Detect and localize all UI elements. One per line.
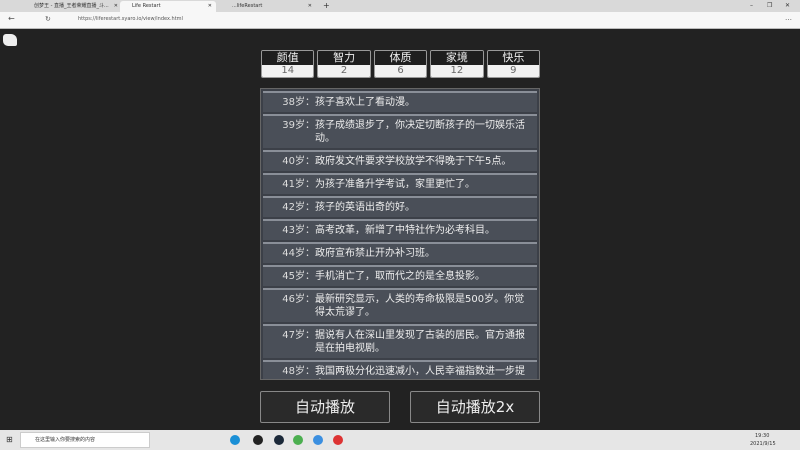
tab-label: ...lifeRestart [232, 3, 263, 9]
event-age: 40岁： [282, 156, 315, 167]
stat-appearance: 颜值 14 [261, 50, 315, 78]
tab-liferestart-repo[interactable]: ...lifeRestart ✕ [220, 1, 316, 12]
app-icon[interactable] [253, 435, 263, 445]
stats-bar: 颜值 14 智力 2 体质 6 家境 12 快乐 9 [261, 50, 541, 78]
back-icon[interactable]: ← [8, 14, 15, 23]
new-tab-button[interactable]: + [323, 0, 330, 12]
auto-play-2x-button[interactable]: 自动播放2x [410, 391, 540, 423]
stat-value: 6 [374, 65, 427, 77]
life-event-item: 43岁： 高考改革，新增了中特社作为必考科目。 [263, 219, 537, 240]
close-tab-icon[interactable]: ✕ [208, 1, 212, 12]
event-age: 47岁： [282, 330, 315, 341]
event-text: 手机消亡了，取而代之的是全息投影。 [315, 271, 485, 282]
life-event-item: 40岁： 政府发文件要求学校放学不得晚于下午5点。 [263, 150, 537, 171]
stat-label: 家境 [431, 51, 483, 65]
life-event-item: 42岁： 孩子的英语出奇的好。 [263, 196, 537, 217]
event-age: 44岁： [282, 248, 315, 259]
life-event-item: 47岁： 据说有人在深山里发现了古装的居民。官方通报是在拍电视剧。 [263, 324, 537, 358]
game-area: 颜值 14 智力 2 体质 6 家境 12 快乐 9 38岁： 孩子喜欢上了看动漫。 39岁：… [0, 29, 800, 430]
close-tab-icon[interactable]: ✕ [114, 1, 118, 12]
event-age: 41岁： [282, 179, 315, 190]
tab-label: Life Restart [132, 3, 161, 9]
life-event-item: 46岁： 最新研究显示，人类的寿命极限是500岁。你觉得太荒谬了。 [263, 288, 537, 322]
event-text: 孩子喜欢上了看动漫。 [315, 97, 415, 108]
restore-button[interactable]: ❐ [767, 0, 772, 12]
event-text: 孩子成绩退步了，你决定切断孩子的一切娱乐活动。 [315, 120, 525, 144]
event-text: 最新研究显示，人类的寿命极限是500岁。你觉得太荒谬了。 [315, 294, 525, 318]
stat-value: 12 [431, 65, 483, 77]
stat-value: 9 [487, 65, 540, 77]
close-window-button[interactable]: ✕ [785, 0, 790, 12]
event-text: 高考改革，新增了中特社作为必考科目。 [315, 225, 495, 236]
event-age: 42岁： [282, 202, 315, 213]
life-event-item: 44岁： 政府宣布禁止开办补习班。 [263, 242, 537, 263]
tab-label: 创梦王 - 直播_王者荣耀直播_斗... [34, 3, 109, 9]
app-logo-icon [3, 34, 17, 46]
stat-intelligence: 智力 2 [317, 50, 371, 78]
event-text: 政府宣布禁止开办补习班。 [315, 248, 435, 259]
app-icon[interactable] [313, 435, 323, 445]
life-event-item: 45岁： 手机消亡了，取而代之的是全息投影。 [263, 265, 537, 286]
event-age: 46岁： [282, 294, 315, 305]
edge-icon[interactable] [230, 435, 240, 445]
stat-label: 体质 [374, 51, 427, 65]
url-input[interactable]: https://liferestart.syaro.io/view/index.… [78, 16, 183, 22]
life-event-item: 39岁： 孩子成绩退步了，你决定切断孩子的一切娱乐活动。 [263, 114, 537, 148]
auto-play-button[interactable]: 自动播放 [260, 391, 390, 423]
address-bar-row: ← ↻ https://liferestart.syaro.io/view/in… [0, 12, 800, 29]
minimize-button[interactable]: – [750, 0, 753, 12]
steam-icon[interactable] [274, 435, 284, 445]
taskbar: ⊞ 在这里输入你要搜索的内容 19:30 2021/9/15 [0, 430, 800, 450]
life-event-list[interactable]: 38岁： 孩子喜欢上了看动漫。 39岁： 孩子成绩退步了，你决定切断孩子的一切娱乐活动… [260, 88, 540, 380]
stat-label: 快乐 [487, 51, 540, 65]
tab-live[interactable]: 创梦王 - 直播_王者荣耀直播_斗... ✕ [22, 1, 122, 12]
event-age: 38岁： [282, 97, 315, 108]
stat-value: 2 [318, 65, 370, 77]
stat-value: 14 [262, 65, 314, 77]
event-age: 45岁： [282, 271, 315, 282]
search-placeholder: 在这里输入你要搜索的内容 [35, 437, 96, 443]
close-tab-icon[interactable]: ✕ [308, 1, 312, 12]
stat-happiness: 快乐 9 [486, 50, 541, 78]
event-age: 39岁： [282, 120, 315, 131]
stat-label: 智力 [318, 51, 370, 65]
event-text: 我国两极分化迅速减小，人民幸福指数进一步提高。 [315, 366, 525, 377]
event-text: 为孩子准备升学考试，家里更忙了。 [315, 179, 475, 190]
windows-start-icon[interactable]: ⊞ [6, 435, 13, 444]
tab-life-restart[interactable]: Life Restart ✕ [120, 1, 216, 12]
event-text: 孩子的英语出奇的好。 [315, 202, 415, 213]
stat-label: 颜值 [262, 51, 314, 65]
event-age: 43岁： [282, 225, 315, 236]
refresh-icon[interactable]: ↻ [45, 15, 51, 23]
life-event-item: 41岁： 为孩子准备升学考试，家里更忙了。 [263, 173, 537, 194]
event-text: 政府发文件要求学校放学不得晚于下午5点。 [315, 156, 512, 167]
clock-date: 2021/9/15 [750, 441, 776, 447]
event-text: 据说有人在深山里发现了古装的居民。官方通报是在拍电视剧。 [315, 330, 525, 354]
more-icon[interactable]: … [785, 14, 792, 22]
taskbar-search-input[interactable]: 在这里输入你要搜索的内容 [20, 432, 150, 448]
life-event-item: 38岁： 孩子喜欢上了看动漫。 [263, 91, 537, 112]
stat-physique: 体质 6 [373, 50, 428, 78]
clock-time: 19:30 [755, 433, 770, 439]
stat-family: 家境 12 [430, 50, 484, 78]
event-age: 48岁： [282, 366, 315, 377]
app-icon[interactable] [333, 435, 343, 445]
browser-tab-strip: 创梦王 - 直播_王者荣耀直播_斗... ✕ Life Restart ✕ ...l… [0, 0, 800, 12]
life-event-item: 48岁：我国两极分化迅速减小，人民幸福指数进一步提高。 [263, 360, 537, 379]
map-icon[interactable] [293, 435, 303, 445]
